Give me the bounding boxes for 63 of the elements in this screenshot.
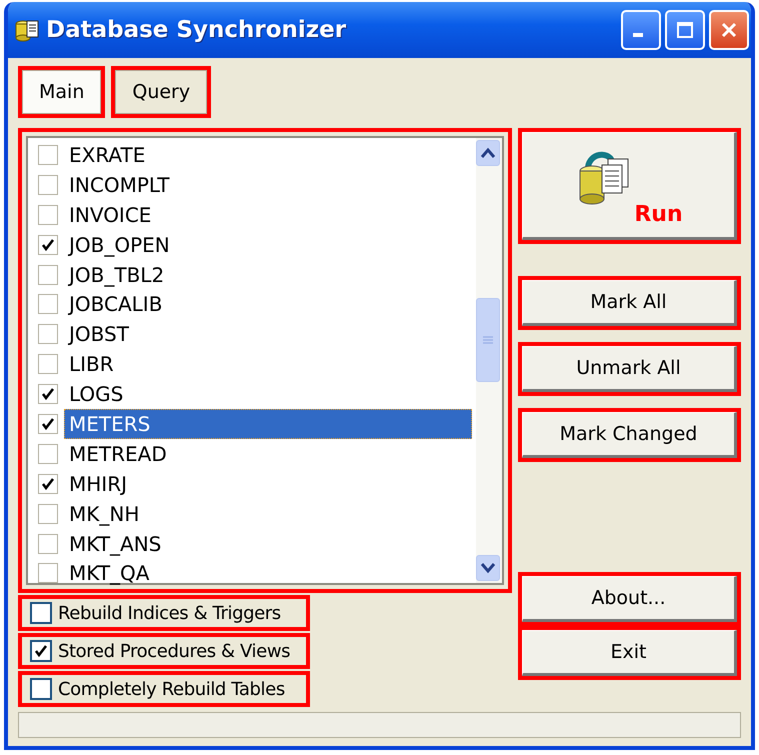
list-item[interactable]: METERS xyxy=(64,408,472,439)
checkbox[interactable] xyxy=(38,264,58,284)
grip-icon xyxy=(482,335,494,345)
checkbox[interactable] xyxy=(38,174,58,195)
scroll-up-button[interactable] xyxy=(476,140,500,166)
minimize-icon xyxy=(633,33,643,37)
checkbox-label[interactable]: Completely Rebuild Tables xyxy=(58,678,285,700)
scrollbar[interactable] xyxy=(476,138,502,583)
list-item[interactable]: INCOMPLT xyxy=(64,170,472,200)
chevron-up-icon xyxy=(480,147,496,159)
action-button[interactable]: Unmark All xyxy=(522,346,737,392)
list-item[interactable]: MKT_QA xyxy=(64,558,472,588)
checkbox[interactable] xyxy=(30,602,52,624)
minimize-button[interactable] xyxy=(621,10,661,50)
close-icon xyxy=(720,21,738,39)
maximize-icon xyxy=(676,21,694,39)
list-item[interactable]: LOGS xyxy=(64,379,472,410)
list-item[interactable]: METREAD xyxy=(64,438,472,469)
list-item[interactable]: JOBCALIB xyxy=(64,289,472,320)
scroll-thumb[interactable] xyxy=(476,298,500,382)
list-item[interactable]: JOBST xyxy=(64,319,472,350)
checkbox[interactable] xyxy=(30,678,52,700)
scroll-down-button[interactable] xyxy=(476,555,500,581)
checkbox[interactable] xyxy=(38,563,58,584)
checkbox[interactable] xyxy=(38,504,58,524)
list-item[interactable]: INVOICE xyxy=(64,200,472,230)
chevron-down-icon xyxy=(480,562,496,574)
checkmark-icon xyxy=(40,476,56,492)
checkbox[interactable] xyxy=(38,414,58,434)
maximize-button[interactable] xyxy=(665,10,705,50)
tab[interactable]: Main xyxy=(22,70,102,114)
action-button[interactable]: Mark All xyxy=(522,280,737,326)
run-button[interactable]: Run xyxy=(522,132,737,240)
checkmark-icon xyxy=(40,386,56,402)
checkbox[interactable] xyxy=(38,204,58,225)
action-button[interactable]: About... xyxy=(522,576,737,622)
window-title: Database Synchronizer xyxy=(46,17,348,43)
list-item[interactable]: JOB_OPEN xyxy=(64,230,472,260)
list-item[interactable]: EXRATE xyxy=(64,140,472,170)
list-item[interactable]: MK_NH xyxy=(64,498,472,529)
checkbox[interactable] xyxy=(38,234,58,255)
checkbox-label[interactable]: Stored Procedures & Views xyxy=(58,640,290,662)
close-button[interactable] xyxy=(709,10,749,50)
list-item[interactable]: MHIRJ xyxy=(64,468,472,499)
checkmark-icon xyxy=(40,236,56,253)
list-item[interactable]: LIBR xyxy=(64,349,472,380)
checkbox[interactable] xyxy=(30,640,52,662)
action-button[interactable]: Mark Changed xyxy=(522,412,737,458)
list-item[interactable]: MKT_ANS xyxy=(64,528,472,559)
checkbox[interactable] xyxy=(38,294,58,314)
checkbox[interactable] xyxy=(38,444,58,464)
checkmark-icon xyxy=(33,643,49,659)
checkbox[interactable] xyxy=(38,534,58,554)
checkbox[interactable] xyxy=(38,384,58,404)
checkbox-label[interactable]: Rebuild Indices & Triggers xyxy=(58,602,281,624)
checkbox[interactable] xyxy=(38,354,58,374)
checkbox[interactable] xyxy=(38,144,58,165)
checkbox[interactable] xyxy=(38,474,58,494)
list-item[interactable]: JOB_TBL2 xyxy=(64,260,472,290)
checkbox[interactable] xyxy=(38,324,58,344)
action-button[interactable]: Exit xyxy=(522,630,737,676)
checkmark-icon xyxy=(40,416,56,432)
tab[interactable]: Query xyxy=(115,70,208,114)
